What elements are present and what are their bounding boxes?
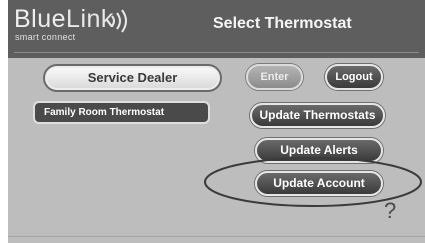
logo-wordmark: BlueLink: [14, 4, 114, 34]
wireless-signal-icon: [111, 9, 127, 33]
page-title: Select Thermostat: [213, 15, 352, 32]
help-icon[interactable]: ?: [384, 198, 396, 224]
footer-divider: [8, 236, 425, 237]
header-bar: BlueLink smart connect Select Thermostat: [8, 0, 425, 58]
app-screen: BlueLink smart connect Select Thermostat…: [8, 0, 425, 243]
logout-button[interactable]: Logout: [325, 64, 383, 90]
bluelink-logo: BlueLink smart connect: [14, 4, 164, 46]
service-dealer-button[interactable]: Service Dealer: [43, 64, 222, 92]
header-divider: [14, 52, 419, 53]
update-thermostats-button[interactable]: Update Thermostats: [250, 103, 385, 128]
enter-button[interactable]: Enter: [246, 64, 303, 90]
logo-link-text: Link: [66, 5, 114, 33]
thermostat-list-item[interactable]: Family Room Thermostat: [33, 101, 210, 124]
logo-blue-text: Blue: [14, 5, 67, 33]
logo-tagline: smart connect: [15, 32, 76, 42]
